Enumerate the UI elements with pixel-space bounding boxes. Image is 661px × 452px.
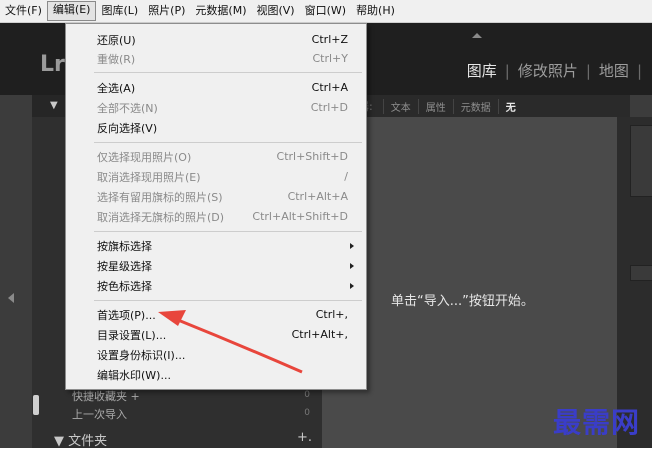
menu-item-label: 首选项(P)...	[97, 308, 156, 322]
quick-develop-panel	[630, 265, 652, 281]
menu-item-label: 按星级选择	[97, 259, 152, 273]
collapse-top-panel-icon[interactable]	[472, 33, 482, 38]
menu-item-undo[interactable]: 还原(U) Ctrl+Z	[66, 30, 366, 49]
menu-item-preferences[interactable]: 首选项(P)... Ctrl+,	[66, 305, 366, 324]
collection-last-import[interactable]: 上一次导入	[72, 406, 127, 422]
menu-item-select-active-only: 仅选择现用照片(O) Ctrl+Shift+D	[66, 147, 366, 166]
menu-item-identity-plate[interactable]: 设置身份标识(I)...	[66, 345, 366, 364]
filter-none[interactable]: 无	[497, 98, 523, 114]
empty-grid-message: 单击“导入...”按钮开始。	[391, 294, 534, 309]
menu-item-shortcut: Ctrl+A	[311, 81, 348, 94]
histogram-panel	[630, 125, 652, 197]
lightroom-window: 文件(F) 编辑(E) 图库(L) 照片(P) 元数据(M) 视图(V) 窗口(…	[0, 0, 652, 448]
menu-item-label: 取消选择现用照片(E)	[97, 170, 201, 184]
triangle-down-icon[interactable]: ▼	[50, 100, 58, 111]
menu-separator	[94, 142, 362, 143]
menu-item-select-none: 全部不选(N) Ctrl+D	[66, 98, 366, 117]
menu-view[interactable]: 视图(V)	[251, 2, 299, 20]
module-picker: 图库 | 修改照片 | 地图 |	[459, 60, 642, 81]
menu-separator	[94, 72, 362, 73]
menu-item-shortcut: Ctrl+D	[310, 101, 348, 114]
library-filter-bar: 过滤器: 文本 属性 元数据 无	[322, 95, 630, 117]
menu-item-invert-selection[interactable]: 反向选择(V)	[66, 118, 366, 137]
folders-header[interactable]: ▼ 文件夹	[54, 430, 107, 448]
menu-separator	[94, 300, 362, 301]
menu-photo[interactable]: 照片(P)	[143, 2, 190, 20]
menu-item-label: 还原(U)	[97, 33, 136, 47]
menu-separator	[94, 231, 362, 232]
module-develop[interactable]: 修改照片	[510, 60, 586, 81]
menu-item-label: 设置身份标识(I)...	[97, 348, 186, 362]
filter-text[interactable]: 文本	[382, 98, 418, 114]
menu-item-label: 全选(A)	[97, 81, 136, 95]
left-panel-toggle-icon[interactable]	[8, 293, 14, 303]
folders-label: 文件夹	[68, 434, 108, 448]
menu-bar: 文件(F) 编辑(E) 图库(L) 照片(P) 元数据(M) 视图(V) 窗口(…	[0, 0, 652, 23]
module-separator: |	[636, 61, 642, 80]
left-panel-scrollbar[interactable]	[33, 395, 39, 415]
menu-item-select-by-rating[interactable]: 按星级选择	[66, 256, 366, 275]
site-watermark: 最需网	[553, 406, 641, 439]
menu-item-select-flagged: 选择有留用旗标的照片(S) Ctrl+Alt+A	[66, 187, 366, 206]
menu-item-label: 重做(R)	[97, 52, 136, 66]
menu-help[interactable]: 帮助(H)	[351, 2, 400, 20]
menu-item-label: 按旗标选择	[97, 239, 152, 253]
submenu-arrow-icon	[350, 242, 354, 249]
menu-item-shortcut: Ctrl+Alt+A	[287, 190, 348, 203]
menu-item-shortcut: Ctrl+,	[315, 308, 348, 321]
menu-item-shortcut: Ctrl+Alt+Shift+D	[252, 210, 348, 223]
menu-item-shortcut: Ctrl+Alt+,	[291, 328, 348, 341]
edit-menu-dropdown: 还原(U) Ctrl+Z 重做(R) Ctrl+Y 全选(A) Ctrl+A 全…	[65, 23, 367, 390]
menu-item-label: 按色标选择	[97, 279, 152, 293]
collection-quick[interactable]: 快捷收藏夹 +	[72, 388, 140, 404]
menu-item-select-all[interactable]: 全选(A) Ctrl+A	[66, 78, 366, 97]
menu-item-redo: 重做(R) Ctrl+Y	[66, 49, 366, 68]
menu-item-label: 仅选择现用照片(O)	[97, 150, 192, 164]
menu-file[interactable]: 文件(F)	[0, 2, 47, 20]
collection-count: 0	[304, 408, 310, 418]
menu-item-label: 选择有留用旗标的照片(S)	[97, 190, 223, 204]
menu-item-label: 反向选择(V)	[97, 121, 158, 135]
filter-attribute[interactable]: 属性	[417, 98, 453, 114]
menu-metadata[interactable]: 元数据(M)	[190, 2, 251, 20]
triangle-down-icon: ▼	[54, 434, 69, 448]
add-folder-button[interactable]: +.	[297, 430, 312, 445]
submenu-arrow-icon	[350, 282, 354, 289]
menu-item-deselect-unflagged: 取消选择无旗标的照片(D) Ctrl+Alt+Shift+D	[66, 207, 366, 226]
menu-item-catalog-settings[interactable]: 目录设置(L)... Ctrl+Alt+,	[66, 325, 366, 344]
menu-item-shortcut: Ctrl+Y	[312, 52, 348, 65]
menu-item-label: 取消选择无旗标的照片(D)	[97, 210, 225, 224]
submenu-arrow-icon	[350, 262, 354, 269]
lr-logo: Lr	[40, 52, 65, 77]
menu-item-shortcut: Ctrl+Z	[311, 33, 348, 46]
menu-item-select-by-color[interactable]: 按色标选择	[66, 276, 366, 295]
menu-library[interactable]: 图库(L)	[96, 2, 143, 20]
menu-edit[interactable]: 编辑(E)	[46, 1, 97, 21]
menu-item-select-by-flag[interactable]: 按旗标选择	[66, 236, 366, 255]
menu-item-label: 目录设置(L)...	[97, 328, 167, 342]
filter-metadata[interactable]: 元数据	[452, 98, 498, 114]
menu-item-shortcut: Ctrl+Shift+D	[276, 150, 348, 163]
menu-window[interactable]: 窗口(W)	[300, 2, 351, 20]
module-map[interactable]: 地图	[591, 60, 637, 81]
menu-item-label: 全部不选(N)	[97, 101, 158, 115]
module-library[interactable]: 图库	[459, 60, 505, 81]
menu-item-label: 编辑水印(W)...	[97, 368, 171, 382]
menu-item-deselect-active: 取消选择现用照片(E) /	[66, 167, 366, 186]
menu-item-shortcut: /	[344, 170, 348, 183]
collection-count: 0	[304, 390, 310, 400]
menu-item-edit-watermark[interactable]: 编辑水印(W)...	[66, 365, 366, 384]
